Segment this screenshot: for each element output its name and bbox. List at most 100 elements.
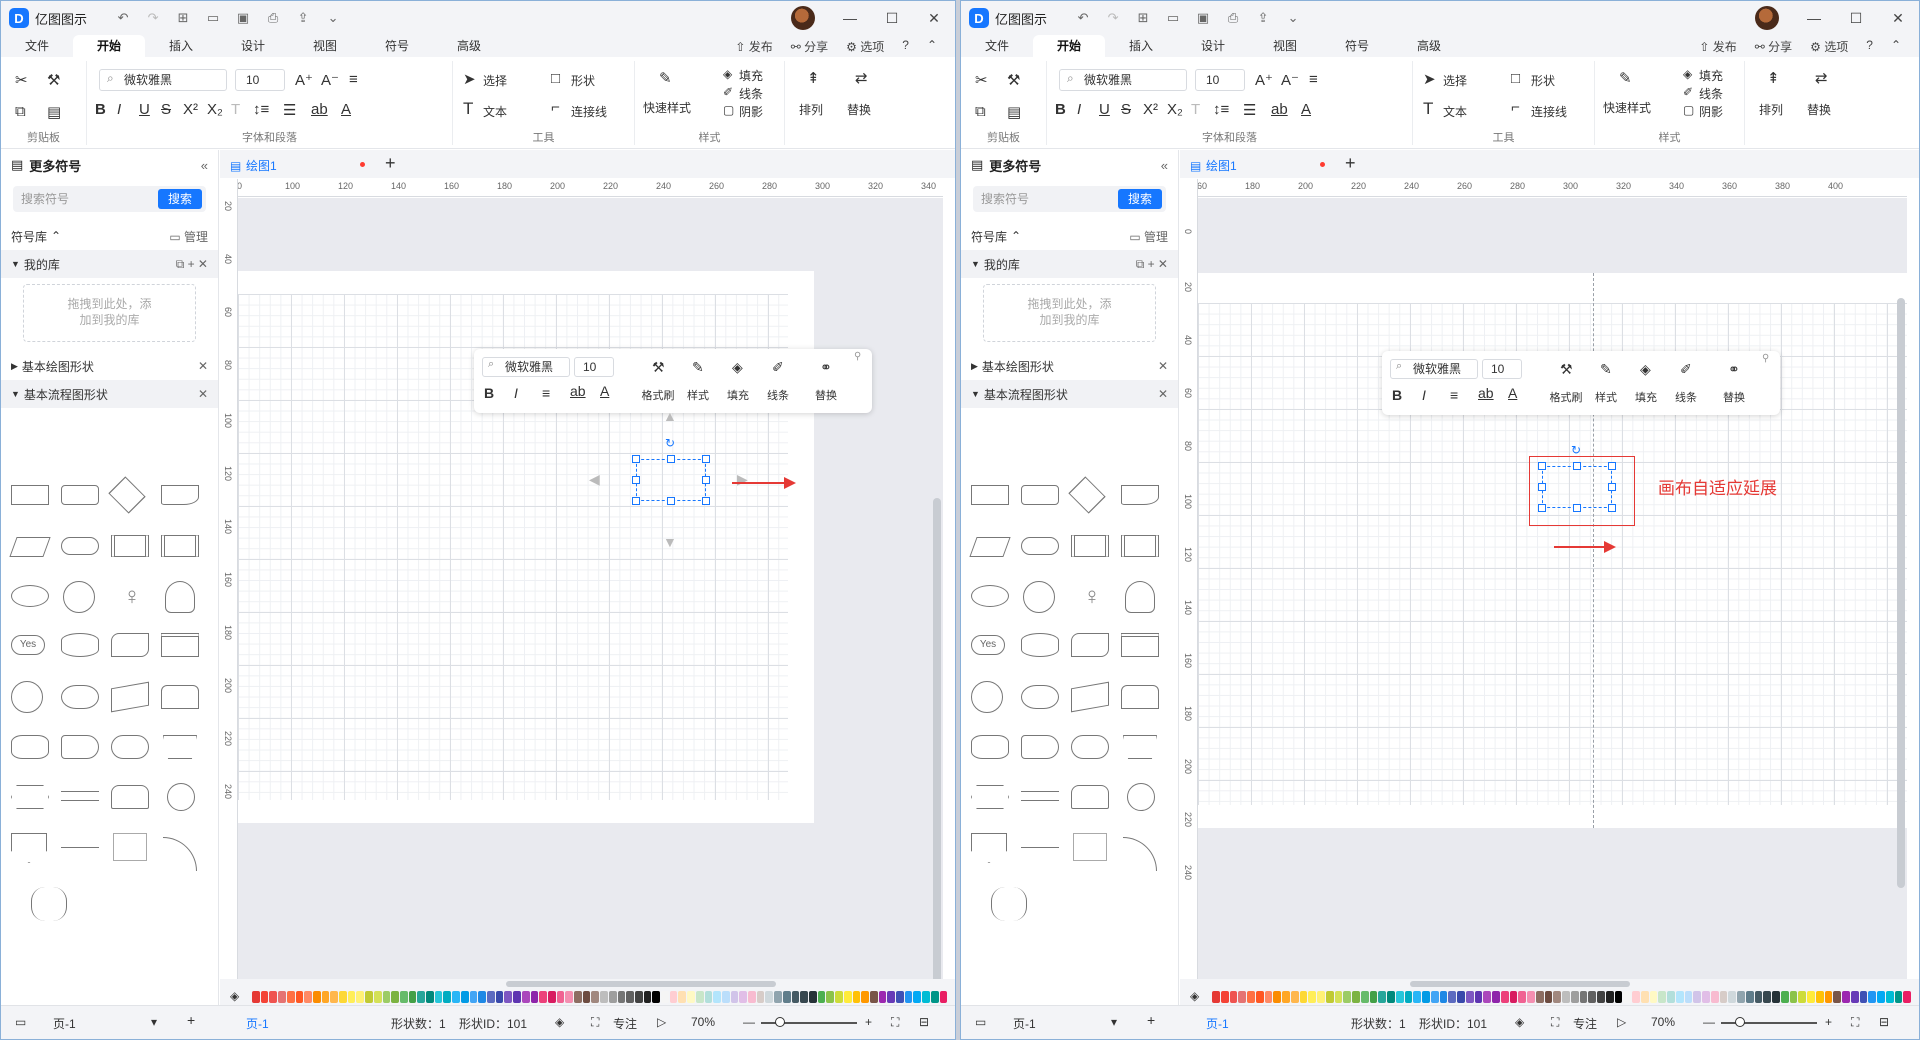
color-swatch[interactable] bbox=[1492, 991, 1500, 1003]
direct-data-shape-icon[interactable] bbox=[61, 685, 99, 709]
flow-line-shape-icon[interactable] bbox=[61, 847, 99, 848]
color-swatch[interactable] bbox=[1290, 991, 1299, 1003]
color-swatch[interactable] bbox=[330, 991, 339, 1003]
fill-bucket-icon[interactable]: ◈ bbox=[230, 989, 239, 1003]
color-swatch[interactable] bbox=[1859, 991, 1868, 1003]
align-icon[interactable]: ≡ bbox=[1450, 387, 1458, 403]
color-swatch[interactable] bbox=[478, 991, 486, 1003]
font-color-icon[interactable]: A bbox=[1301, 101, 1311, 118]
fill-icon[interactable]: ◈ bbox=[723, 67, 732, 81]
stored-data-shape-icon[interactable] bbox=[1071, 633, 1109, 657]
focus-label[interactable]: 专注 bbox=[613, 1015, 637, 1032]
fill-label[interactable]: 填充 bbox=[718, 387, 758, 403]
color-swatch[interactable] bbox=[1430, 991, 1439, 1003]
font-size-select[interactable]: 10 bbox=[1195, 69, 1245, 91]
arrange-icon[interactable]: ⇞ bbox=[807, 69, 820, 87]
color-swatch[interactable] bbox=[304, 991, 312, 1003]
undo-icon[interactable]: ↶ bbox=[1075, 10, 1091, 26]
color-swatch[interactable] bbox=[721, 991, 730, 1003]
text-tool-icon[interactable]: T bbox=[1423, 99, 1433, 119]
close-section-icon[interactable]: ✕ bbox=[1158, 359, 1168, 373]
color-swatch[interactable] bbox=[1544, 991, 1553, 1003]
export-icon[interactable]: ⇪ bbox=[295, 10, 311, 26]
play-icon[interactable]: ▷ bbox=[657, 1015, 666, 1029]
color-swatch[interactable] bbox=[1360, 991, 1369, 1003]
color-swatch[interactable] bbox=[835, 991, 843, 1003]
color-swatch[interactable] bbox=[748, 991, 756, 1003]
quick-style-icon[interactable]: ✎ bbox=[659, 69, 672, 87]
zoom-out-icon[interactable]: — bbox=[743, 1015, 755, 1029]
loop-limit-shape-icon[interactable] bbox=[1071, 785, 1109, 809]
document-tab[interactable]: ▤ 绘图1 bbox=[230, 154, 277, 178]
highlight-icon[interactable]: ab bbox=[311, 101, 328, 118]
color-swatch[interactable] bbox=[713, 991, 721, 1003]
or-shape-icon[interactable] bbox=[167, 783, 195, 811]
process-shape-icon[interactable] bbox=[11, 485, 49, 505]
direct-data-shape-icon[interactable] bbox=[1021, 685, 1059, 709]
text-button[interactable]: 文本 bbox=[483, 103, 507, 120]
tab-home[interactable]: 开始 bbox=[1033, 35, 1105, 57]
color-swatch[interactable] bbox=[469, 991, 478, 1003]
card-shape-icon[interactable] bbox=[161, 685, 199, 709]
connector-button[interactable]: 连接线 bbox=[571, 103, 607, 120]
customize-chevron-icon[interactable]: ⌄ bbox=[325, 10, 341, 26]
color-swatch[interactable] bbox=[1850, 991, 1859, 1003]
color-swatch[interactable] bbox=[1448, 991, 1456, 1003]
color-swatch[interactable] bbox=[756, 991, 765, 1003]
page-dropdown-icon[interactable]: ▾ bbox=[1111, 1015, 1117, 1029]
color-swatch[interactable] bbox=[1247, 991, 1255, 1003]
color-swatch[interactable] bbox=[408, 991, 417, 1003]
basic-flowchart-section[interactable]: ▼ 基本流程图形状 ✕ bbox=[1, 380, 218, 408]
replace-button[interactable]: 替换 bbox=[847, 101, 871, 118]
line-label[interactable]: 线条 bbox=[1666, 389, 1706, 405]
search-button[interactable]: 搜索 bbox=[1117, 189, 1162, 209]
line-icon[interactable]: ✐ bbox=[723, 85, 733, 99]
color-swatch[interactable] bbox=[1588, 991, 1596, 1003]
resize-handle[interactable] bbox=[702, 497, 710, 505]
bold-icon[interactable]: B bbox=[95, 101, 106, 118]
collapse-ribbon-icon[interactable]: ⌃ bbox=[1891, 38, 1901, 55]
color-swatch[interactable] bbox=[1518, 991, 1526, 1003]
manage-button[interactable]: ▭ 管理 bbox=[169, 228, 208, 245]
resize-handle[interactable] bbox=[1573, 504, 1581, 512]
tab-insert[interactable]: 插入 bbox=[1105, 35, 1177, 57]
help-icon[interactable]: ? bbox=[1866, 38, 1873, 55]
manage-button[interactable]: ▭ 管理 bbox=[1129, 228, 1168, 245]
color-swatch[interactable] bbox=[1815, 991, 1824, 1003]
user-shape-icon[interactable] bbox=[1125, 581, 1155, 613]
color-swatch[interactable] bbox=[278, 991, 286, 1003]
color-swatch[interactable] bbox=[1212, 991, 1220, 1003]
search-button[interactable]: 搜索 bbox=[157, 189, 202, 209]
collapse-sidebar-icon[interactable]: « bbox=[201, 158, 208, 173]
basic-drawing-section[interactable]: ▶ 基本绘图形状 ✕ bbox=[1, 352, 218, 380]
replace-icon[interactable]: ⇄ bbox=[855, 69, 868, 87]
copy-icon[interactable]: ⧉ bbox=[15, 103, 26, 120]
quick-style-button[interactable]: 快速样式 bbox=[1603, 99, 1651, 116]
color-swatch[interactable] bbox=[626, 991, 634, 1003]
publish-button[interactable]: ⇧ 发布 bbox=[735, 38, 772, 55]
page-tab[interactable]: 页-1 bbox=[246, 1015, 269, 1032]
subscript-icon[interactable]: X₂ bbox=[1167, 101, 1183, 118]
color-swatch[interactable] bbox=[1229, 991, 1238, 1003]
color-swatch[interactable] bbox=[1439, 991, 1448, 1003]
drop-area[interactable]: 拖拽到此处，添 加到我的库 bbox=[23, 284, 196, 342]
brace-shape-icon[interactable] bbox=[991, 887, 1027, 921]
color-swatch[interactable] bbox=[1780, 991, 1789, 1003]
symbol-library-row[interactable]: 符号库 ⌃ ▭ 管理 bbox=[961, 222, 1178, 250]
color-swatch[interactable] bbox=[852, 991, 861, 1003]
color-swatch[interactable] bbox=[417, 991, 426, 1003]
replace-label[interactable]: 替换 bbox=[1714, 389, 1754, 405]
replace-button[interactable]: 替换 bbox=[1807, 101, 1831, 118]
color-swatch[interactable] bbox=[1807, 991, 1815, 1003]
color-swatch[interactable] bbox=[887, 991, 896, 1003]
zoom-level[interactable]: 70% bbox=[1651, 1015, 1675, 1029]
color-swatch[interactable] bbox=[939, 991, 948, 1003]
replace-icon[interactable]: ⚭ bbox=[820, 359, 832, 376]
undo-icon[interactable]: ↶ bbox=[115, 10, 131, 26]
color-swatches[interactable] bbox=[1212, 991, 1911, 1003]
subprocess-shape-icon[interactable] bbox=[161, 535, 199, 557]
pin-icon[interactable]: ⚲ bbox=[854, 351, 861, 362]
underline-icon[interactable]: U bbox=[1099, 101, 1110, 118]
maximize-icon[interactable]: ☐ bbox=[885, 10, 899, 27]
color-swatch[interactable] bbox=[739, 991, 748, 1003]
